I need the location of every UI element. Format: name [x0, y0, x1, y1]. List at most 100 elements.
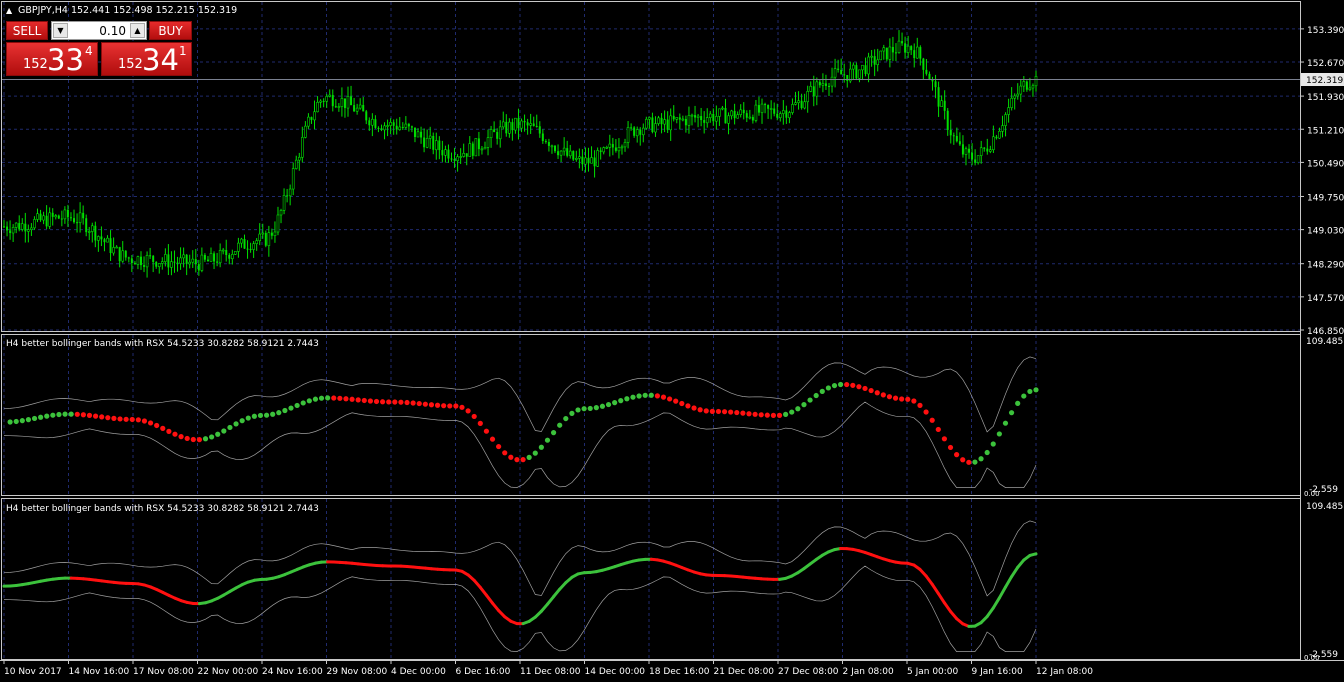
candle-body-down	[934, 81, 937, 88]
rsx-segment-down	[924, 574, 934, 586]
candle-body-down	[724, 108, 727, 124]
candle-body-down	[213, 253, 216, 262]
rsx-dot-up	[294, 402, 300, 409]
rsx-dot-up	[538, 444, 544, 450]
chart-window[interactable]: 152.319 ▲ GBPJPY,H4 152.441 152.498 152.…	[0, 0, 1344, 682]
rsx-dot-down	[123, 416, 129, 422]
rsx-dot-up	[38, 414, 44, 420]
price-tick-label: 148.290	[1307, 261, 1344, 271]
candle-body-down	[350, 96, 353, 106]
price-tick-label: 146.850	[1307, 327, 1344, 337]
candle-body-down	[983, 147, 986, 149]
candle-body-up	[782, 110, 785, 114]
rsx-dot-down	[679, 400, 685, 407]
candle-body-down	[776, 113, 779, 118]
rsx-dot-down	[129, 416, 135, 423]
current-price-label: 152.319	[1306, 76, 1343, 86]
candle-body-down	[651, 117, 654, 132]
rsx-dot-up	[68, 411, 74, 417]
candle-body-up	[462, 153, 465, 157]
candle-body-down	[767, 105, 770, 109]
rsx-dot-down	[337, 395, 343, 401]
candle-body-down	[51, 212, 54, 217]
candle-body-down	[57, 215, 60, 219]
candle-body-up	[191, 258, 195, 263]
candle-body-up	[584, 157, 587, 165]
candle-body-up	[459, 156, 462, 158]
sell-button[interactable]: SELL	[6, 21, 48, 40]
candle-body-down	[955, 135, 958, 142]
candle-body-up	[806, 91, 809, 103]
candle-body-down	[712, 113, 715, 122]
rsx-dot-up	[795, 406, 801, 412]
rsx-dot-down	[697, 407, 703, 413]
time-tick-label: 27 Dec 08:00	[778, 667, 839, 677]
candle-body-down	[611, 144, 614, 148]
rsx-segment-down	[930, 582, 940, 595]
candle-body-up	[736, 114, 739, 119]
candle-body-up	[989, 149, 992, 152]
rsx-dot-up	[312, 396, 319, 402]
candle-body-down	[85, 218, 88, 233]
main-chart-pane[interactable]	[1, 1, 1301, 332]
candle-body-up	[383, 125, 386, 131]
candle-body-up	[605, 147, 609, 149]
indicator-1-title: H4 better bollinger bands with RSX 54.52…	[6, 339, 319, 349]
time-tick-label: 2 Jan 08:00	[843, 667, 895, 677]
candle-body-down	[925, 69, 928, 74]
rsx-dot-down	[111, 415, 117, 421]
candle-body-down	[447, 149, 450, 159]
candle-body-down	[362, 105, 365, 112]
candle-body-down	[365, 111, 368, 121]
candle-body-up	[252, 243, 255, 250]
time-tick-label: 11 Dec 08:00	[520, 667, 581, 677]
candle-body-down	[368, 120, 371, 126]
time-tick-label: 22 Nov 00:00	[198, 667, 259, 677]
time-tick-label: 12 Jan 08:00	[1036, 667, 1093, 677]
buy-button[interactable]: BUY	[149, 21, 192, 40]
candle-body-up	[164, 254, 167, 262]
rsx-dot-down	[673, 398, 679, 404]
rsx-dot-up	[1015, 400, 1021, 406]
indicator-2-pane[interactable]	[1, 498, 1301, 660]
rsx-dot-down	[886, 394, 893, 400]
candle-body-up	[529, 123, 532, 126]
rsx-segment-up	[1010, 565, 1020, 579]
candle-body-up	[483, 147, 487, 150]
indicator-1-pane[interactable]	[1, 334, 1301, 496]
sell-price-button[interactable]: 152 33 4	[6, 42, 98, 77]
rsx-dot-down	[770, 412, 777, 418]
rsx-dot-down	[917, 402, 923, 408]
candle-body-up	[179, 257, 182, 264]
rsx-dot-up	[630, 394, 636, 400]
candle-body-down	[143, 265, 146, 267]
candle-body-down	[401, 126, 404, 128]
candle-body-down	[742, 109, 745, 114]
lot-increase-icon[interactable]: ▲	[130, 23, 145, 38]
candle-body-down	[118, 247, 121, 262]
candle-body-down	[541, 133, 544, 142]
candle-body-up	[888, 46, 892, 60]
rsx-dot-up	[618, 398, 624, 404]
candle-body-up	[42, 215, 45, 221]
candle-body-down	[322, 101, 325, 103]
candle-body-down	[672, 115, 675, 120]
rsx-dot-up	[837, 381, 844, 388]
rsx-dot-up	[215, 431, 221, 437]
candle-body-up	[648, 117, 651, 120]
buy-price-button[interactable]: 152 34 1	[101, 42, 192, 77]
candle-body-down	[855, 65, 858, 79]
rsx-dot-down	[477, 420, 483, 426]
candle-body-down	[60, 218, 63, 220]
candle-body-up	[346, 96, 350, 109]
rsx-dot-up	[972, 459, 978, 465]
candle-body-up	[456, 156, 459, 162]
lot-decrease-icon[interactable]: ▼	[53, 23, 68, 38]
candle-body-down	[270, 232, 273, 236]
rsx-dot-down	[160, 425, 166, 431]
lot-size-input[interactable]	[70, 22, 126, 39]
candle-body-up	[36, 213, 39, 220]
candle-body-up	[705, 117, 709, 124]
candle-body-up	[1004, 114, 1007, 126]
rsx-dot-down	[367, 398, 373, 404]
